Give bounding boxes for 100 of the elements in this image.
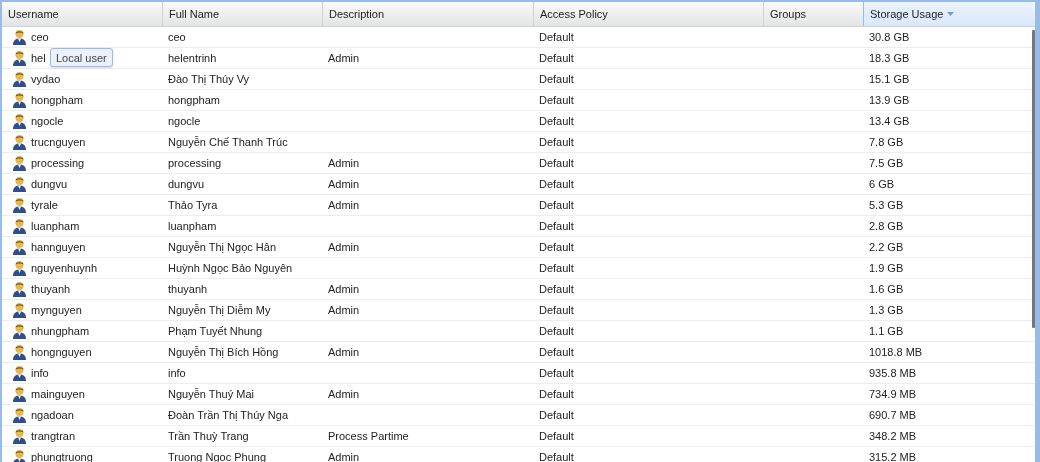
user-icon: [12, 92, 27, 108]
table-cell: 13.4 GB: [869, 115, 910, 127]
table-cell: Default: [539, 199, 574, 211]
table-cell: 1.3 GB: [869, 304, 904, 316]
table-cell: Default: [539, 367, 574, 379]
table-cell: Đoàn Trần Thị Thúy Nga: [168, 409, 289, 421]
table-cell: Admin: [328, 178, 360, 190]
table-cell: thuyanh: [31, 283, 71, 295]
table-cell: 7.5 GB: [869, 157, 904, 169]
table-cell: Admin: [328, 388, 360, 400]
column-header[interactable]: Username: [2, 2, 162, 26]
table-cell: Default: [539, 220, 574, 232]
table-cell: trucnguyen: [31, 136, 86, 148]
user-icon: [12, 323, 27, 339]
table-cell: 1.6 GB: [869, 283, 904, 295]
table-cell: Nguyễn Thuý Mai: [168, 388, 254, 400]
table-cell: Admin: [328, 451, 360, 462]
table-cell: Default: [539, 136, 574, 148]
column-header[interactable]: Access Policy: [533, 2, 763, 26]
table-cell: Phạm Tuyết Nhung: [168, 325, 263, 337]
table-cell: hel: [31, 52, 46, 64]
table-cell: Default: [539, 262, 574, 274]
table-cell: Admin: [328, 52, 360, 64]
table-cell: Default: [539, 346, 574, 358]
table-cell: tyrale: [31, 199, 58, 211]
table-cell: Default: [539, 304, 574, 316]
tooltip: Local user: [50, 48, 113, 67]
table-cell: hongpham: [31, 94, 83, 106]
table-cell: hongnguyen: [31, 346, 92, 358]
table-cell: Default: [539, 115, 574, 127]
sort-caret-icon: [947, 12, 955, 16]
table-cell: info: [168, 367, 186, 379]
table-cell: dungvu: [168, 178, 205, 190]
column-header[interactable]: Full Name: [162, 2, 322, 26]
table-cell: ngocle: [31, 115, 64, 127]
user-icon: [12, 134, 27, 150]
table-cell: hongpham: [168, 94, 220, 106]
table-cell: processing: [168, 157, 222, 169]
table-cell: processing: [31, 157, 85, 169]
column-header[interactable]: Storage Usage: [863, 2, 1033, 26]
user-icon: [12, 386, 27, 402]
scrollbar-thumb[interactable]: [1032, 30, 1035, 328]
table-cell: Default: [539, 325, 574, 337]
table-cell: nguyenhuynh: [31, 262, 98, 274]
table-cell: Admin: [328, 157, 360, 169]
column-header[interactable]: Description: [322, 2, 533, 26]
user-icon: [12, 50, 27, 66]
table-cell: 15.1 GB: [869, 73, 910, 85]
table-cell: Nguyễn Thị Ngọc Hân: [168, 241, 277, 253]
table-cell: Default: [539, 241, 574, 253]
table-cell: nhungpham: [31, 325, 90, 337]
table-cell: Admin: [328, 304, 360, 316]
table-cell: Admin: [328, 346, 360, 358]
table-cell: Nguyễn Thị Diễm My: [168, 304, 271, 316]
table-cell: Default: [539, 388, 574, 400]
table-cell: Process Partime: [328, 430, 409, 442]
table-cell: Default: [539, 283, 574, 295]
user-icon: [12, 197, 27, 213]
user-icon: [12, 365, 27, 381]
table-cell: 1.1 GB: [869, 325, 904, 337]
table-cell: Thảo Tyra: [168, 199, 218, 211]
table-cell: Default: [539, 31, 574, 43]
user-icon: [12, 218, 27, 234]
table-cell: Default: [539, 157, 574, 169]
user-icon: [12, 407, 27, 423]
user-icon: [12, 281, 27, 297]
table-cell: mynguyen: [31, 304, 82, 316]
table-cell: luanpham: [168, 220, 217, 232]
table-cell: Nguyễn Thị Bích Hồng: [168, 346, 279, 358]
table-cell: Trần Thuỳ Trang: [168, 430, 249, 442]
table-cell: 1018.8 MB: [869, 346, 923, 358]
table-cell: 5.3 GB: [869, 199, 904, 211]
table-cell: Default: [539, 94, 574, 106]
table-cell: Admin: [328, 199, 360, 211]
user-icon: [12, 155, 27, 171]
table-cell: Default: [539, 52, 574, 64]
table-cell: ngocle: [168, 115, 201, 127]
table-cell: vydao: [31, 73, 61, 85]
table-cell: Default: [539, 430, 574, 442]
table-cell: Đào Thị Thúy Vy: [168, 73, 250, 85]
table-cell: ceo: [31, 31, 49, 43]
table-cell: hannguyen: [31, 241, 86, 253]
table-cell: Nguyễn Chế Thanh Trúc: [168, 136, 288, 148]
table-cell: info: [31, 367, 49, 379]
table-cell: 6 GB: [869, 178, 895, 190]
table-cell: 690.7 MB: [869, 409, 917, 421]
table-cell: Default: [539, 451, 574, 462]
user-icon: [12, 428, 27, 444]
table-cell: 7.8 GB: [869, 136, 904, 148]
table-cell: 734.9 MB: [869, 388, 917, 400]
table-cell: mainguyen: [31, 388, 85, 400]
table-cell: 18.3 GB: [869, 52, 910, 64]
user-icon: [12, 29, 27, 45]
user-icon: [12, 113, 27, 129]
user-icon: [12, 302, 27, 318]
table-cell: 1.9 GB: [869, 262, 904, 274]
table-cell: thuyanh: [168, 283, 208, 295]
user-icon: [12, 71, 27, 87]
table-cell: Default: [539, 178, 574, 190]
table-cell: Admin: [328, 241, 360, 253]
